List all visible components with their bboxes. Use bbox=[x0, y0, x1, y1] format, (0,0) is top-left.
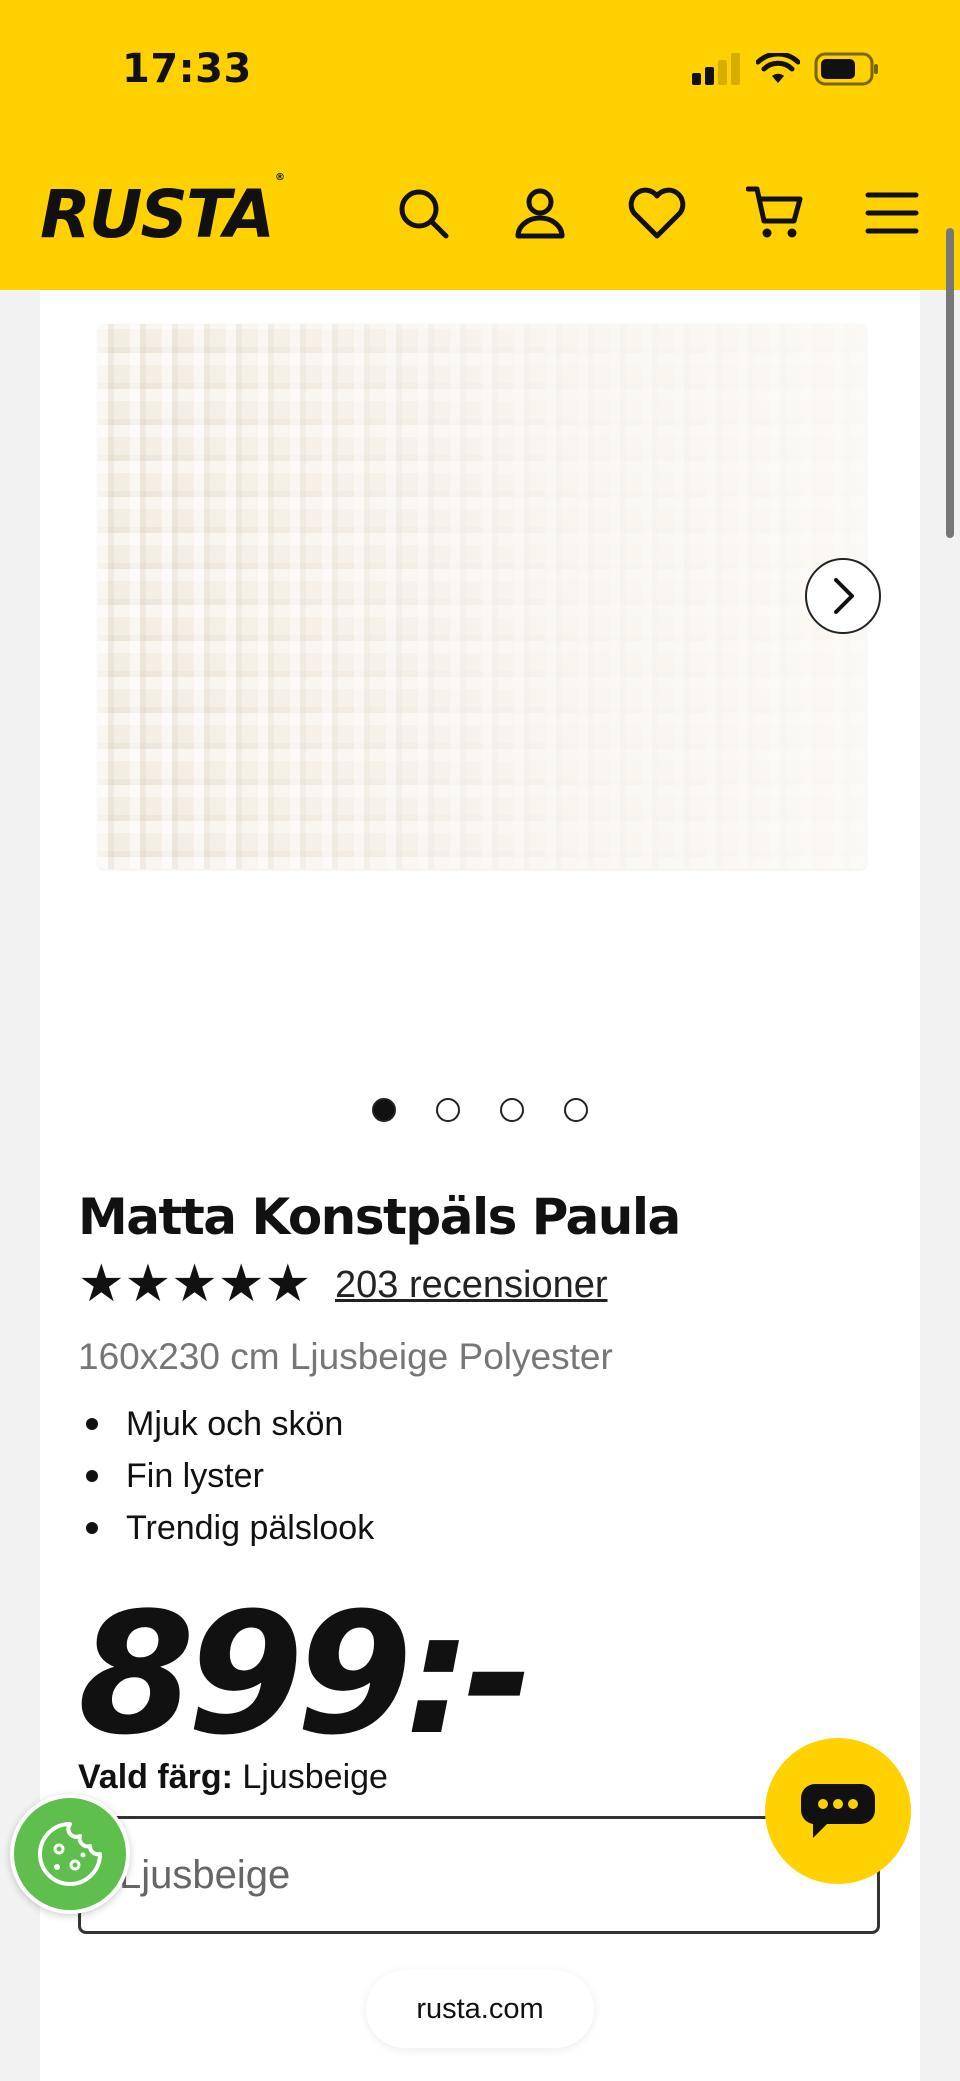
price-value: 899 bbox=[78, 1576, 413, 1772]
chevron-right-icon bbox=[834, 578, 854, 614]
gallery-dot[interactable] bbox=[372, 1098, 396, 1122]
gallery-dot[interactable] bbox=[564, 1098, 588, 1122]
wishlist-button[interactable] bbox=[622, 178, 692, 248]
cookie-settings-button[interactable] bbox=[10, 1794, 130, 1914]
account-button[interactable] bbox=[505, 178, 575, 248]
gallery-next-button[interactable] bbox=[805, 558, 881, 634]
chat-button[interactable] bbox=[765, 1738, 911, 1884]
feature-item: Fin lyster bbox=[78, 1450, 374, 1502]
color-label-value: Ljusbeige bbox=[242, 1758, 388, 1796]
product-title: Matta Konstpäls Paula bbox=[78, 1188, 681, 1246]
status-bar: 17:33 bbox=[0, 0, 960, 140]
status-icons bbox=[692, 52, 880, 86]
cart-icon bbox=[746, 186, 803, 238]
browser-url-bar[interactable]: rusta.com bbox=[366, 1970, 594, 2048]
rating-stars: ★★★★★ bbox=[78, 1255, 312, 1313]
reviews-link[interactable]: 203 recensioner bbox=[335, 1264, 608, 1307]
chat-icon bbox=[800, 1784, 875, 1838]
cookie-icon bbox=[38, 1822, 102, 1886]
price-suffix: :- bbox=[404, 1576, 534, 1772]
heart-icon bbox=[628, 187, 686, 239]
gallery-pagination bbox=[372, 1098, 588, 1122]
feature-item: Mjuk och skön bbox=[78, 1398, 374, 1450]
color-select-value: Ljusbeige bbox=[119, 1853, 291, 1897]
feature-list: Mjuk och skön Fin lyster Trendig pälsloo… bbox=[78, 1398, 374, 1554]
page-scrollbar[interactable] bbox=[946, 228, 954, 538]
battery-icon bbox=[814, 52, 878, 86]
site-header: RUSTA ® bbox=[0, 140, 960, 290]
rusta-logo[interactable]: RUSTA ® bbox=[40, 172, 285, 253]
product-image-shading bbox=[98, 324, 866, 869]
signal-icon bbox=[692, 53, 740, 85]
menu-icon bbox=[865, 192, 919, 234]
search-button[interactable] bbox=[388, 178, 458, 248]
gallery-dot[interactable] bbox=[436, 1098, 460, 1122]
feature-item: Trendig pälslook bbox=[78, 1502, 374, 1554]
cart-button[interactable] bbox=[740, 178, 810, 248]
color-select[interactable]: Ljusbeige bbox=[78, 1816, 880, 1934]
search-icon bbox=[399, 189, 449, 239]
product-price: 899:- bbox=[78, 1590, 534, 1758]
user-icon bbox=[515, 188, 565, 239]
gallery-dot[interactable] bbox=[500, 1098, 524, 1122]
status-time: 17:33 bbox=[122, 46, 252, 92]
selected-color-label: Vald färg: Ljusbeige bbox=[78, 1758, 388, 1797]
wifi-icon bbox=[756, 53, 800, 83]
product-subtitle: 160x230 cm Ljusbeige Polyester bbox=[78, 1336, 613, 1377]
menu-button[interactable] bbox=[857, 178, 927, 248]
color-label-prefix: Vald färg: bbox=[78, 1758, 233, 1796]
